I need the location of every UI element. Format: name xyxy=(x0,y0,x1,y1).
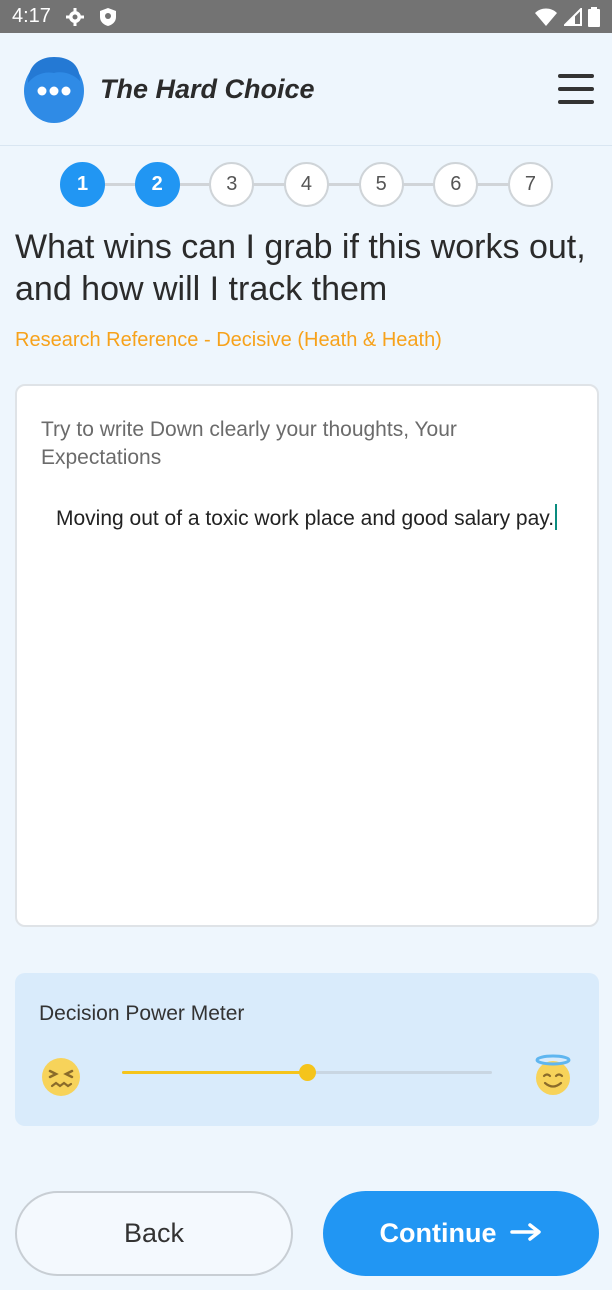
back-button-label: Back xyxy=(123,1218,185,1248)
meter-title: Decision Power Meter xyxy=(39,1002,245,1025)
continue-button-label: Continue xyxy=(379,1218,497,1248)
input-prompt: Try to write Down clearly your thoughts,… xyxy=(41,418,457,469)
text-cursor xyxy=(555,504,558,530)
slider-thumb[interactable] xyxy=(299,1064,316,1081)
status-time: 4:17 xyxy=(12,5,51,27)
thoughts-input-card[interactable]: Try to write Down clearly your thoughts,… xyxy=(15,384,599,927)
status-left: 4:17 xyxy=(12,5,117,28)
signal-icon xyxy=(564,7,582,26)
smiling-halo-face-icon xyxy=(532,1054,572,1095)
research-reference-link[interactable]: Research Reference - Decisive (Heath & H… xyxy=(15,329,442,352)
hamburger-menu-icon[interactable] xyxy=(558,74,594,104)
step-6[interactable]: 6 xyxy=(433,161,479,207)
shield-icon xyxy=(99,7,117,27)
continue-button[interactable]: Continue xyxy=(323,1191,599,1276)
battery-icon xyxy=(588,6,600,27)
step-2[interactable]: 2 xyxy=(134,161,180,207)
answer-text: Moving out of a toxic work place and goo… xyxy=(56,507,555,530)
status-right xyxy=(534,6,600,27)
status-bar: 4:17 xyxy=(0,0,612,33)
back-button[interactable]: Back xyxy=(15,1191,293,1276)
slider-fill xyxy=(122,1071,307,1074)
confounded-face-icon xyxy=(41,1057,81,1097)
app-header: The Hard Choice xyxy=(0,33,612,146)
step-1[interactable]: 1 xyxy=(60,161,105,207)
step-7[interactable]: 7 xyxy=(507,161,553,207)
wifi-icon xyxy=(534,7,558,27)
app-title: The Hard Choice xyxy=(100,73,315,104)
progress-stepper: 1 2 3 4 5 6 7 xyxy=(60,161,553,207)
gear-icon xyxy=(65,7,85,27)
step-3[interactable]: 3 xyxy=(209,161,255,207)
arrow-right-icon xyxy=(510,1218,542,1249)
chat-head-icon xyxy=(22,55,86,123)
decision-power-meter: Decision Power Meter xyxy=(15,973,599,1126)
thoughts-text-field[interactable]: Moving out of a toxic work place and goo… xyxy=(56,504,566,533)
power-meter-slider[interactable] xyxy=(122,1064,492,1081)
step-5[interactable]: 5 xyxy=(358,161,404,207)
step-4[interactable]: 4 xyxy=(283,161,329,207)
question-heading: What wins can I grab if this works out, … xyxy=(15,228,586,308)
